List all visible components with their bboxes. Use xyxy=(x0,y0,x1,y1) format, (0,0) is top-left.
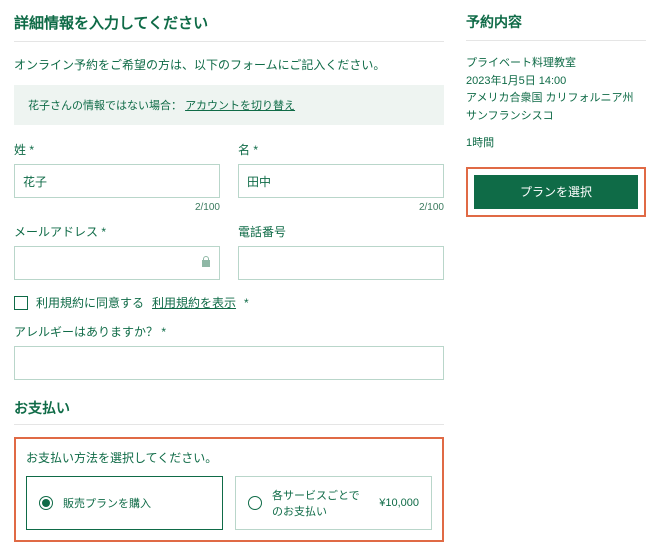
pay-option-per-service-label: 各サービスごとでのお支払い xyxy=(272,487,369,519)
pay-option-plan[interactable]: 販売プランを購入 xyxy=(26,476,223,530)
allergy-input[interactable] xyxy=(14,346,444,380)
account-notice: 花子さんの情報ではない場合： アカウントを切り替え xyxy=(14,85,444,125)
terms-required-mark: * xyxy=(244,296,249,310)
page-title: 詳細情報を入力してください xyxy=(14,12,444,33)
pay-option-price: ¥10,000 xyxy=(379,497,419,509)
lastname-label: 姓 xyxy=(14,141,220,158)
allergy-label: アレルギーはありますか？ xyxy=(14,323,444,340)
email-input[interactable] xyxy=(14,246,220,280)
cta-highlight: プランを選択 xyxy=(466,167,646,217)
terms-label: 利用規約に同意する xyxy=(36,294,144,311)
summary-event: プライベート料理教室 xyxy=(466,55,646,73)
phone-input[interactable] xyxy=(238,246,444,280)
terms-link[interactable]: 利用規約を表示 xyxy=(152,294,236,311)
lock-icon xyxy=(200,255,212,271)
pay-option-per-service[interactable]: 各サービスごとでのお支払い ¥10,000 xyxy=(235,476,432,530)
summary-heading: 予約内容 xyxy=(466,12,646,32)
summary-location: アメリカ合衆国 カリフォルニア州 サンフランシスコ xyxy=(466,90,646,125)
summary-duration: 1時間 xyxy=(466,135,646,153)
lastname-counter: 2/100 xyxy=(14,202,220,213)
payment-heading: お支払い xyxy=(14,398,444,418)
divider xyxy=(466,40,646,41)
firstname-input[interactable] xyxy=(238,164,444,198)
phone-label: 電話番号 xyxy=(238,223,444,240)
terms-checkbox[interactable] xyxy=(14,296,28,310)
divider xyxy=(14,424,444,425)
radio-icon xyxy=(39,496,53,510)
switch-account-link[interactable]: アカウントを切り替え xyxy=(185,100,295,112)
firstname-label: 名 xyxy=(238,141,444,158)
pay-option-plan-label: 販売プランを購入 xyxy=(63,495,151,511)
notice-prefix: 花子さんの情報ではない場合： xyxy=(28,100,182,112)
firstname-counter: 2/100 xyxy=(238,202,444,213)
divider xyxy=(14,41,444,42)
intro-text: オンライン予約をご希望の方は、以下のフォームにご記入ください。 xyxy=(14,56,444,73)
select-plan-button[interactable]: プランを選択 xyxy=(474,175,638,209)
radio-icon xyxy=(248,496,262,510)
email-label: メールアドレス xyxy=(14,223,220,240)
lastname-input[interactable] xyxy=(14,164,220,198)
payment-highlight: お支払い方法を選択してください。 販売プランを購入 各サービスごとでのお支払い … xyxy=(14,437,444,542)
summary-datetime: 2023年1月5日 14:00 xyxy=(466,73,646,91)
payment-title: お支払い方法を選択してください。 xyxy=(26,449,432,466)
